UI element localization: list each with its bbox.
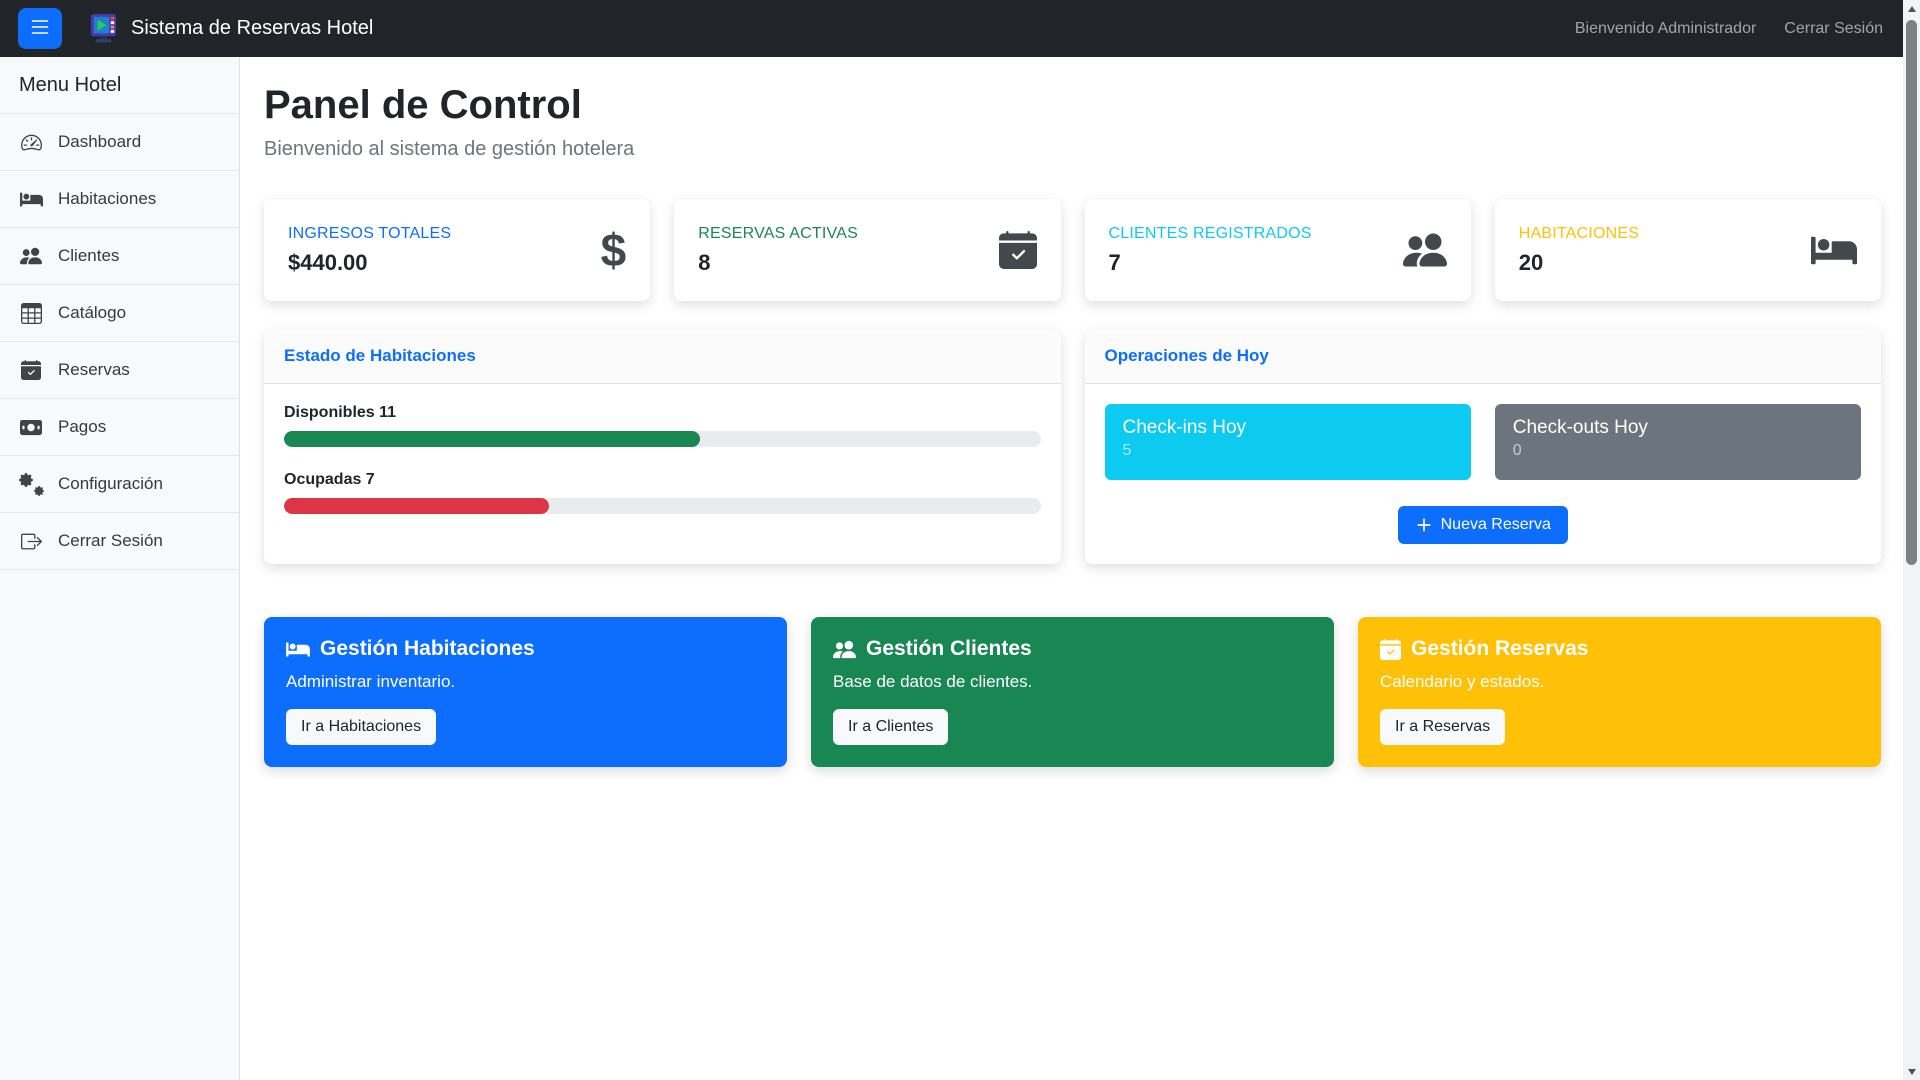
menu-toggle-button[interactable]: [18, 8, 62, 49]
speedometer-icon: [19, 130, 43, 154]
checkins-today-box: Check-ins Hoy 5: [1105, 404, 1471, 480]
available-rooms-progressbar: [284, 431, 1041, 447]
panels-row: Estado de Habitaciones Disponibles 11 Oc…: [264, 329, 1881, 564]
available-rooms-label: Disponibles 11: [284, 404, 1041, 422]
actions-row: Gestión Habitaciones Administrar inventa…: [264, 617, 1881, 767]
logout-icon: [19, 529, 43, 553]
action-card-text: Administrar inventario.: [286, 672, 765, 692]
navbar-logout-link[interactable]: Cerrar Sesión: [1784, 20, 1883, 38]
sidebar-header: Menu Hotel: [0, 57, 239, 114]
action-card-title: Gestión Clientes: [866, 637, 1032, 661]
occupied-rooms-progressbar: [284, 498, 1041, 514]
page-subtitle: Bienvenido al sistema de gestión hoteler…: [264, 138, 1881, 161]
action-card-reservas: Gestión Reservas Calendario y estados. I…: [1358, 617, 1881, 767]
sidebar-item-dashboard[interactable]: Dashboard: [0, 114, 239, 171]
top-navbar: Sistema de Reservas Hotel Bienvenido Adm…: [0, 0, 1903, 57]
calendar-check-icon: [999, 231, 1037, 269]
go-to-clientes-button[interactable]: Ir a Clientes: [833, 709, 948, 745]
action-card-text: Base de datos de clientes.: [833, 672, 1312, 692]
sidebar-nav: Dashboard Habitaciones Clientes Catálogo: [0, 114, 239, 570]
hamburger-menu-icon: [28, 15, 52, 42]
plus-icon: [1415, 516, 1433, 534]
page-title: Panel de Control: [264, 83, 1881, 128]
scroll-up-arrow-icon[interactable]: [1903, 0, 1920, 17]
action-card-title: Gestión Habitaciones: [320, 637, 535, 661]
sidebar-item-cerrar-sesion[interactable]: Cerrar Sesión: [0, 513, 239, 570]
occupied-rooms-label: Ocupadas 7: [284, 471, 1041, 489]
stat-label: RESERVAS ACTIVAS: [698, 225, 858, 243]
stat-card-ingresos-totales: INGRESOS TOTALES $440.00 $: [264, 199, 650, 301]
stat-value: 7: [1109, 250, 1312, 276]
main-content: Panel de Control Bienvenido al sistema d…: [240, 57, 1903, 791]
go-to-reservas-button[interactable]: Ir a Reservas: [1380, 709, 1505, 745]
scroll-down-arrow-icon[interactable]: [1903, 1063, 1920, 1080]
stats-row: INGRESOS TOTALES $440.00 $ RESERVAS ACTI…: [264, 199, 1881, 301]
bed-icon: [1811, 232, 1857, 269]
available-rooms-progress-fill: [284, 431, 700, 447]
sidebar-item-label: Cerrar Sesión: [58, 531, 163, 551]
stat-label: CLIENTES REGISTRADOS: [1109, 225, 1312, 243]
app-title: Sistema de Reservas Hotel: [131, 17, 373, 40]
calendar-check-icon: [19, 358, 43, 382]
sidebar-item-label: Configuración: [58, 474, 163, 494]
bed-icon: [286, 640, 310, 659]
stat-value: 20: [1519, 250, 1639, 276]
sidebar-item-label: Clientes: [58, 246, 119, 266]
checkins-today-value: 5: [1123, 442, 1453, 460]
action-card-title: Gestión Reservas: [1411, 637, 1588, 661]
app-logo-icon: [88, 13, 119, 44]
navbar-right: Bienvenido Administrador Cerrar Sesión: [1575, 20, 1883, 38]
sidebar-item-label: Reservas: [58, 360, 130, 380]
sidebar-item-label: Dashboard: [58, 132, 141, 152]
action-card-clientes: Gestión Clientes Base de datos de client…: [811, 617, 1334, 767]
sidebar-item-pagos[interactable]: Pagos: [0, 399, 239, 456]
scroll-thumb[interactable]: [1906, 20, 1917, 565]
checkouts-today-value: 0: [1513, 442, 1843, 460]
people-icon: [19, 244, 43, 268]
people-icon: [833, 638, 856, 661]
dollar-icon: $: [601, 227, 627, 273]
go-to-habitaciones-button[interactable]: Ir a Habitaciones: [286, 709, 436, 745]
page-scrollbar[interactable]: [1903, 0, 1920, 1080]
new-reservation-label: Nueva Reserva: [1441, 516, 1551, 534]
checkouts-today-box: Check-outs Hoy 0: [1495, 404, 1861, 480]
calendar-check-icon: [1380, 639, 1401, 660]
action-card-habitaciones: Gestión Habitaciones Administrar inventa…: [264, 617, 787, 767]
stat-value: 8: [698, 250, 858, 276]
sidebar-item-habitaciones[interactable]: Habitaciones: [0, 171, 239, 228]
today-operations-panel: Operaciones de Hoy Check-ins Hoy 5 Check…: [1085, 329, 1882, 564]
stat-label: HABITACIONES: [1519, 225, 1639, 243]
stat-card-clientes-registrados: CLIENTES REGISTRADOS 7: [1085, 199, 1471, 301]
action-card-text: Calendario y estados.: [1380, 672, 1859, 692]
sidebar-item-clientes[interactable]: Clientes: [0, 228, 239, 285]
table-grid-icon: [19, 301, 43, 325]
cash-icon: [19, 415, 43, 439]
stat-card-habitaciones: HABITACIONES 20: [1495, 199, 1881, 301]
sidebar: Menu Hotel Dashboard Habitaciones Client…: [0, 57, 240, 1080]
stat-card-reservas-activas: RESERVAS ACTIVAS 8: [674, 199, 1060, 301]
today-operations-panel-title: Operaciones de Hoy: [1085, 329, 1882, 384]
people-icon: [1403, 228, 1447, 272]
gears-icon: [19, 472, 43, 496]
sidebar-item-catalogo[interactable]: Catálogo: [0, 285, 239, 342]
new-reservation-button[interactable]: Nueva Reserva: [1398, 506, 1568, 544]
sidebar-item-label: Catálogo: [58, 303, 126, 323]
sidebar-item-reservas[interactable]: Reservas: [0, 342, 239, 399]
welcome-text: Bienvenido Administrador: [1575, 20, 1756, 38]
sidebar-item-label: Habitaciones: [58, 189, 156, 209]
room-status-panel-title: Estado de Habitaciones: [264, 329, 1061, 384]
checkins-today-label: Check-ins Hoy: [1123, 417, 1453, 439]
sidebar-item-label: Pagos: [58, 417, 106, 437]
checkouts-today-label: Check-outs Hoy: [1513, 417, 1843, 439]
sidebar-item-configuracion[interactable]: Configuración: [0, 456, 239, 513]
stat-label: INGRESOS TOTALES: [288, 225, 451, 243]
stat-value: $440.00: [288, 250, 451, 276]
occupied-rooms-progress-fill: [284, 498, 549, 514]
bed-icon: [19, 187, 43, 211]
room-status-panel: Estado de Habitaciones Disponibles 11 Oc…: [264, 329, 1061, 564]
